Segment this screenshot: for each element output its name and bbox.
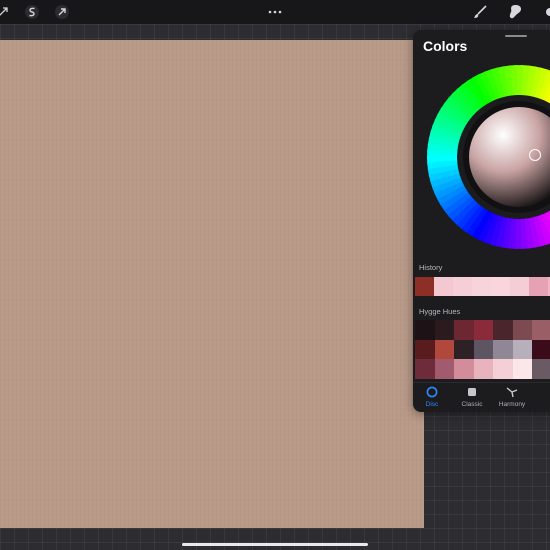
palette-swatch[interactable]	[473, 339, 493, 359]
palette-swatch[interactable]	[454, 320, 474, 340]
tab-label: Disc	[425, 401, 439, 408]
palette-swatch[interactable]	[493, 359, 513, 379]
palette-swatch[interactable]	[512, 320, 532, 340]
history-swatch[interactable]	[415, 277, 434, 296]
tab-value[interactable]: V	[539, 386, 550, 408]
palette-swatch[interactable]	[493, 320, 513, 340]
palette-swatch[interactable]	[512, 359, 532, 379]
palette-swatch[interactable]	[493, 339, 513, 359]
palette-swatch[interactable]	[415, 359, 435, 379]
tab-label: Harmony	[498, 401, 526, 408]
eraser-icon[interactable]	[543, 0, 550, 24]
colors-panel: Colors History Hygge Hues Disc Classic H…	[413, 30, 550, 412]
top-toolbar	[0, 0, 550, 24]
history-swatch[interactable]	[491, 277, 510, 296]
palette-swatch[interactable]	[415, 320, 435, 340]
history-swatches	[415, 277, 550, 296]
history-swatch[interactable]	[510, 277, 529, 296]
palette-swatches	[415, 320, 550, 379]
history-swatch[interactable]	[434, 277, 453, 296]
brush-icon[interactable]	[470, 0, 490, 24]
palette-swatch[interactable]	[512, 339, 532, 359]
harmony-icon	[506, 387, 518, 398]
drawing-canvas[interactable]	[0, 40, 424, 528]
more-dots-icon[interactable]	[266, 0, 284, 24]
palette-swatch[interactable]	[454, 359, 474, 379]
palette-swatch[interactable]	[434, 339, 454, 359]
color-mode-tabs: Disc Classic Harmony V	[413, 382, 550, 412]
palette-label: Hygge Hues	[419, 307, 461, 316]
history-swatch[interactable]	[472, 277, 491, 296]
tab-classic[interactable]: Classic	[454, 386, 490, 408]
palette-swatch[interactable]	[473, 320, 493, 340]
panel-title: Colors	[423, 38, 468, 54]
disc-icon	[426, 386, 438, 398]
tab-harmony[interactable]: Harmony	[494, 386, 530, 408]
palette-swatch[interactable]	[532, 320, 550, 340]
history-swatch[interactable]	[529, 277, 548, 296]
panel-grabber[interactable]	[505, 35, 527, 37]
tab-disc[interactable]: Disc	[414, 386, 450, 408]
palette-swatch[interactable]	[415, 339, 435, 359]
palette-swatch[interactable]	[434, 320, 454, 340]
palette-swatch[interactable]	[532, 359, 550, 379]
adjustments-icon[interactable]	[0, 0, 10, 24]
palette-swatch[interactable]	[434, 359, 454, 379]
palette-swatch[interactable]	[532, 339, 550, 359]
selection-icon[interactable]	[23, 0, 41, 24]
classic-square-icon	[468, 388, 476, 396]
tab-label: Classic	[461, 401, 483, 408]
palette-swatch[interactable]	[473, 359, 493, 379]
home-indicator[interactable]	[182, 543, 368, 546]
color-disc[interactable]	[413, 57, 550, 257]
transform-arrow-icon[interactable]	[53, 0, 71, 24]
palette-swatch[interactable]	[454, 339, 474, 359]
smudge-icon[interactable]	[505, 0, 527, 24]
history-swatch[interactable]	[453, 277, 472, 296]
history-label: History	[419, 263, 443, 272]
